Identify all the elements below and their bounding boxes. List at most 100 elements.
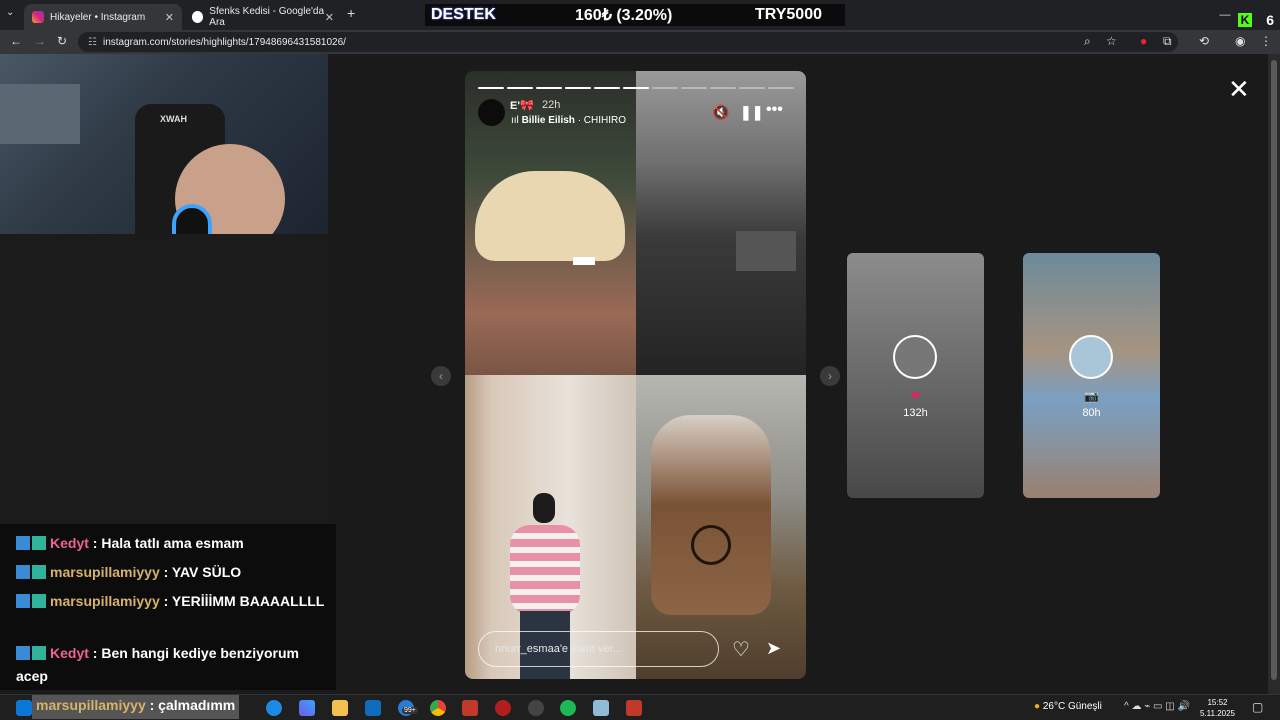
instagram-icon [32,11,44,23]
send-icon[interactable]: ➤ [766,638,781,659]
file-explorer-icon[interactable] [332,700,348,716]
profile-icon[interactable]: ◉ [1235,34,1245,48]
spotify-icon[interactable] [560,700,576,716]
copilot-icon[interactable] [299,700,315,716]
avatar [893,335,937,379]
voicemeeter-icon[interactable] [462,700,478,716]
heart-icon[interactable]: ♡ [732,637,750,662]
preview-time: 80h [1082,407,1101,419]
avatar[interactable] [478,99,505,126]
back-icon[interactable]: ← [10,34,22,48]
badge-icon [16,536,30,550]
url-text: instagram.com/stories/highlights/1794869… [102,36,346,48]
car-shape [475,171,625,261]
progress-segment [652,87,678,89]
progress-segment [565,87,591,89]
building-shape [736,231,796,271]
tab-search-icon[interactable]: ⌄ [6,7,14,18]
chat-text: : Hala tatlı ama esmam [92,535,244,551]
chat-username: Kedyt [50,645,89,661]
close-tab-icon[interactable]: ✕ [165,11,174,24]
chat-message: Kedyt : Ben hangi kediye benziyorum acep [16,642,334,688]
chat-text: : YAV SÜLO [163,564,242,580]
chair-brand: XWAH [160,114,187,124]
progress-segment [739,87,765,89]
chat-message: Kedyt : Hala tatlı ama esmam [16,532,334,555]
notepad-icon[interactable] [593,700,609,716]
music-artist: Billie Eilish [521,115,575,126]
new-tab-button[interactable]: + [347,5,355,21]
minimize-icon[interactable]: — [1210,9,1240,21]
bookmark-star-icon[interactable]: ☆ [1106,34,1117,48]
clock-date: 5.11.2025 [1200,709,1235,718]
progress-segment [710,87,736,89]
donation-goal: TRY5000 [755,6,822,23]
badge-icon [32,646,46,660]
site-info-icon[interactable]: ☷ [88,37,97,48]
page-scrollbar[interactable] [1268,54,1280,694]
chat-username: marsupillamiyyy [50,564,160,580]
extensions-icon[interactable]: ⧉ [1163,34,1172,49]
obs-icon[interactable] [528,700,544,716]
menu-dots-icon[interactable]: ⋮ [1260,34,1272,48]
next-story-button[interactable]: › [820,366,840,386]
extension-record-icon[interactable]: ● [1140,34,1147,48]
more-options-icon[interactable]: ••• [766,101,783,119]
story-timestamp: 22h [542,99,561,111]
progress-segment [768,87,794,89]
story-card[interactable] [465,71,806,679]
background-shelf [0,84,80,144]
donation-overlay: DESTEK 160₺ (3.20%) TRY5000 [425,4,845,26]
clock[interactable]: 15:52 5.11.2025 [1200,697,1235,719]
close-icon[interactable]: ✕ [1228,76,1250,102]
system-tray[interactable]: ^ ☁ ⌁ ▭ ◫ 🔊 [1124,701,1190,712]
webcam-overlay: XWAH [0,54,328,234]
progress-segment [681,87,707,89]
tab-strip: ⌄ Hikayeler • Instagram ✕ Sfenks Kedisi … [0,0,1280,30]
kick-viewer-count: 6 [1266,12,1274,28]
sun-icon: ● [1034,701,1041,712]
progress-segment [594,87,620,89]
tab-instagram[interactable]: Hikayeler • Instagram ✕ [24,4,182,30]
address-bar[interactable]: ☷ instagram.com/stories/highlights/17948… [78,32,1178,52]
tab-google[interactable]: Sfenks Kedisi - Google'da Ara ✕ [184,4,342,30]
cup-logo [691,525,731,565]
highlight-preview[interactable]: 📷 80h [1023,253,1160,498]
reply-input[interactable] [478,631,719,667]
chevron-left-icon: ‹ [439,369,443,383]
previous-story-button[interactable]: ‹ [431,366,451,386]
camera-icon: 📷 [1084,389,1099,403]
notification-icon[interactable]: ▢ [1252,700,1263,714]
windows-taskbar: marsupillamiyyy : çalmadımm 99+ ● 26°C G… [0,694,1280,720]
history-icon[interactable]: ⟲ [1199,34,1209,48]
badge-icon [32,565,46,579]
window-controls: — [1210,0,1240,30]
person-hair [533,493,555,523]
browser-toolbar: ← → ↻ ☷ instagram.com/stories/highlights… [0,30,1280,54]
start-icon[interactable] [16,700,32,716]
badge-icon [32,536,46,550]
scrollbar-thumb[interactable] [1271,60,1277,680]
close-tab-icon[interactable]: ✕ [325,11,334,24]
badge-icon [16,646,30,660]
progress-segment [507,87,533,89]
license-plate [573,257,595,265]
story-username[interactable]: E'🎀 [510,99,534,112]
muted-speaker-icon[interactable]: 🔇 [712,104,729,121]
chat-text: : YERİİİMM BAAAALLLL [163,593,325,609]
highlight-preview[interactable]: ❤ 132h [847,253,984,498]
edge-icon[interactable] [266,700,282,716]
story-music-label[interactable]: ııl Billie Eilish · CHIHIRO [511,115,626,126]
reload-icon[interactable]: ↻ [57,34,67,48]
chevron-right-icon: › [828,369,832,383]
zoom-icon[interactable]: ⌕ [1084,34,1091,49]
pause-icon[interactable]: ❚❚ [740,104,763,121]
chat-username: marsupillamiyyy [50,593,160,609]
weather-widget[interactable]: ● 26°C Güneşli [1034,701,1102,712]
clock-time: 15:52 [1207,698,1228,707]
forward-icon[interactable]: → [34,34,46,48]
app-icon[interactable] [495,700,511,716]
outlook-icon[interactable] [365,700,381,716]
app-icon[interactable] [626,700,642,716]
chrome-icon[interactable] [430,700,446,716]
